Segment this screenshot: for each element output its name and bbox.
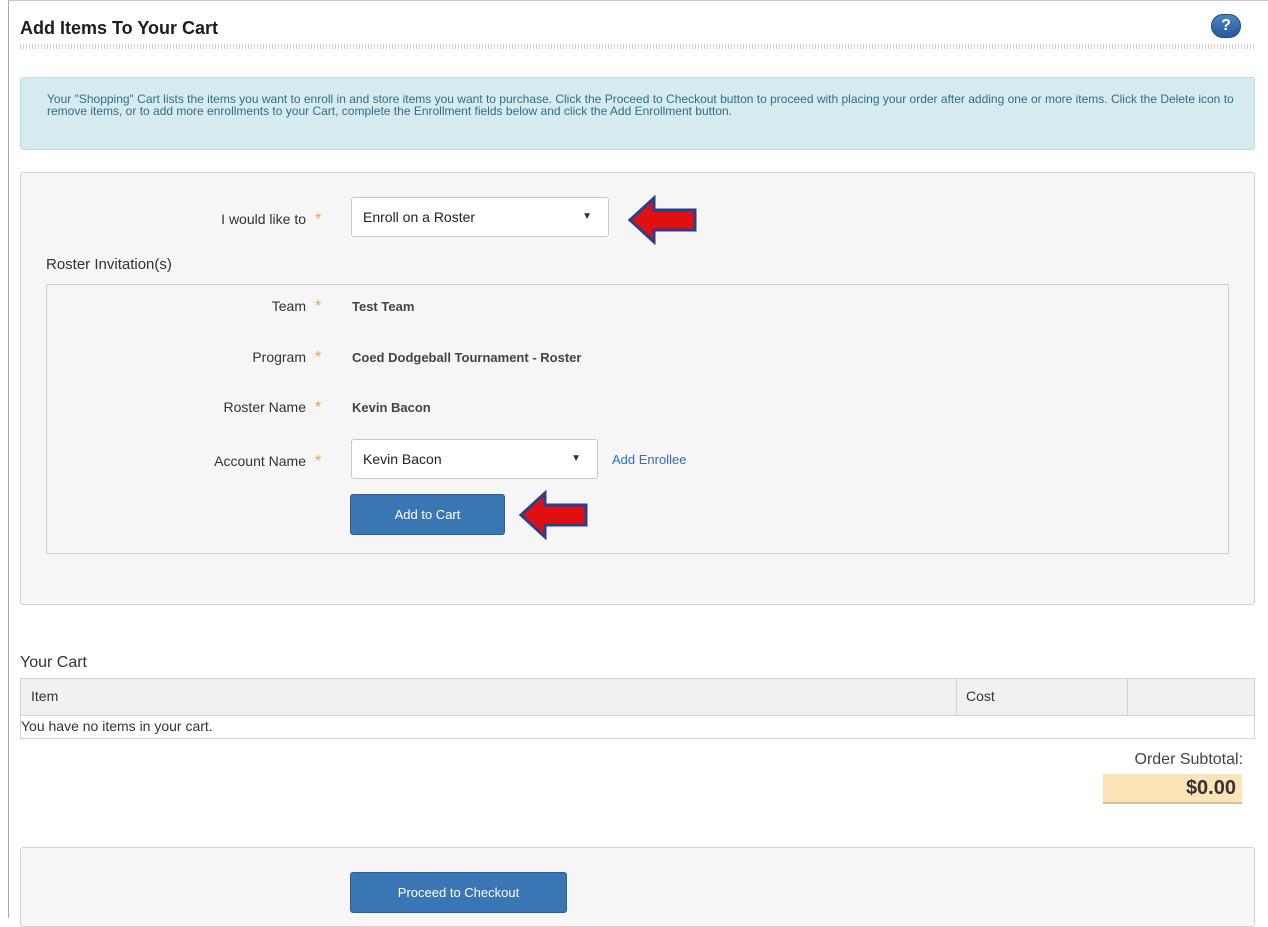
required-asterisk-icon: * xyxy=(315,298,322,315)
help-icon[interactable]: ? xyxy=(1211,14,1241,38)
account-name-select[interactable]: Kevin Bacon ▼ xyxy=(351,439,598,479)
chevron-down-icon: ▼ xyxy=(571,453,581,464)
proceed-to-checkout-button[interactable]: Proceed to Checkout xyxy=(350,872,567,913)
order-subtotal-value: $0.00 xyxy=(1103,774,1242,804)
red-arrow-icon xyxy=(518,490,588,540)
column-header-cost: Cost xyxy=(966,688,995,704)
add-to-cart-button[interactable]: Add to Cart xyxy=(350,494,505,535)
roster-name-label: Roster Name xyxy=(223,399,306,415)
window-left-border xyxy=(8,0,9,918)
chevron-down-icon: ▼ xyxy=(582,211,592,222)
cart-empty-message: You have no items in your cart. xyxy=(21,718,213,734)
team-value: Test Team xyxy=(352,299,415,314)
roster-invitation-box xyxy=(46,284,1229,554)
action-select[interactable]: Enroll on a Roster ▼ xyxy=(351,197,609,237)
column-divider xyxy=(956,679,957,715)
action-label: I would like to xyxy=(221,211,306,227)
order-subtotal-label: Order Subtotal: xyxy=(1134,751,1244,768)
required-asterisk-icon: * xyxy=(315,211,322,228)
account-name-select-value: Kevin Bacon xyxy=(363,451,442,467)
action-select-value: Enroll on a Roster xyxy=(363,209,476,225)
info-message: Your "Shopping" Cart lists the items you… xyxy=(20,77,1255,150)
program-value: Coed Dodgeball Tournament - Roster xyxy=(352,350,582,365)
column-divider xyxy=(1127,679,1128,715)
roster-invitations-heading: Roster Invitation(s) xyxy=(46,256,172,273)
required-asterisk-icon: * xyxy=(315,399,322,416)
required-asterisk-icon: * xyxy=(315,349,322,366)
column-header-item: Item xyxy=(31,688,59,704)
required-asterisk-icon: * xyxy=(315,453,322,470)
red-arrow-icon xyxy=(627,195,697,245)
page-title: Add Items To Your Cart xyxy=(20,18,219,38)
team-label: Team xyxy=(271,298,306,314)
info-message-text: Your "Shopping" Cart lists the items you… xyxy=(47,92,1234,118)
checkout-panel xyxy=(20,847,1255,927)
cart-table-header: Item Cost xyxy=(21,679,1254,716)
title-divider xyxy=(20,44,1255,49)
roster-name-value: Kevin Bacon xyxy=(352,400,431,415)
cart-title: Your Cart xyxy=(20,654,87,671)
program-label: Program xyxy=(252,349,306,365)
add-enrollee-link[interactable]: Add Enrollee xyxy=(612,452,686,467)
window-top-border xyxy=(8,0,1268,1)
cart-table: Item Cost You have no items in your cart… xyxy=(20,678,1255,739)
account-name-label: Account Name xyxy=(214,453,306,469)
